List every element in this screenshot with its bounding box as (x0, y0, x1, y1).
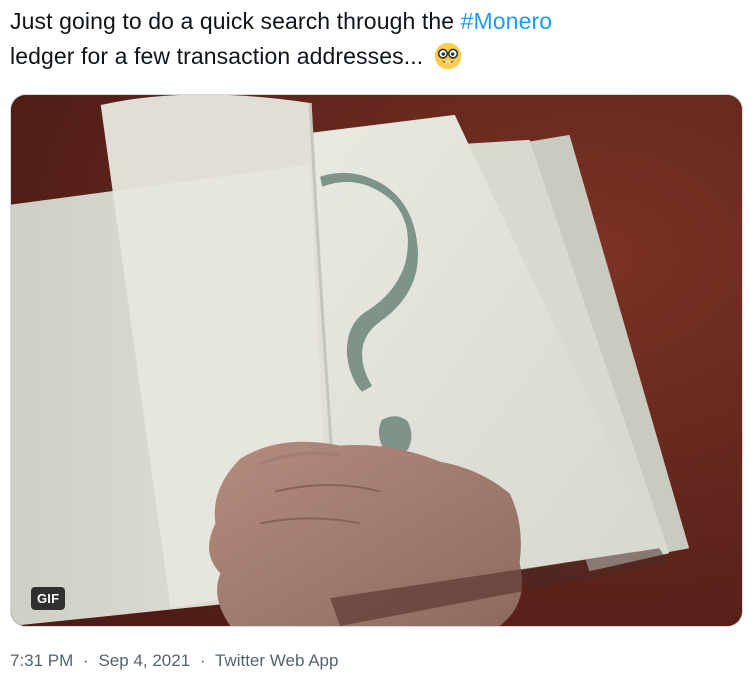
separator: · (83, 651, 89, 670)
tweet-text: Just going to do a quick search through … (10, 4, 740, 74)
tweet-time[interactable]: 7:31 PM (10, 651, 73, 670)
nerd-face-icon (434, 42, 462, 70)
gif-frame-image (11, 95, 742, 626)
gif-badge: GIF (31, 587, 66, 610)
tweet-metadata: 7:31 PM · Sep 4, 2021 · Twitter Web App (10, 650, 338, 672)
tweet-text-part1: Just going to do a quick search through … (10, 8, 461, 34)
tweet-text-part2: ledger for a few transaction addresses..… (10, 43, 430, 69)
gif-media[interactable]: GIF (10, 94, 743, 627)
tweet-date[interactable]: Sep 4, 2021 (98, 651, 190, 670)
separator: · (199, 651, 206, 670)
hashtag-link[interactable]: #Monero (461, 8, 552, 34)
tweet-source[interactable]: Twitter Web App (215, 651, 338, 670)
